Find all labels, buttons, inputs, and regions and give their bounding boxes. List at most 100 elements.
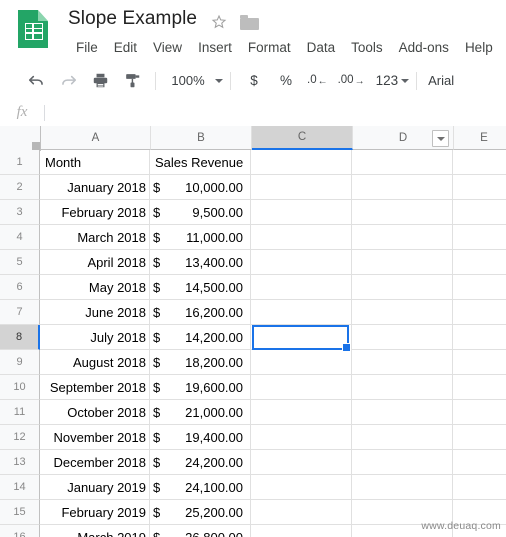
currency-format-button[interactable]: $ xyxy=(244,71,264,91)
cell-D13[interactable] xyxy=(352,450,453,475)
cell-A8[interactable]: July 2018 xyxy=(40,325,150,350)
cell-D1[interactable] xyxy=(352,150,453,175)
menu-item-format[interactable]: Format xyxy=(240,38,299,57)
cell-C13[interactable] xyxy=(251,450,352,475)
cell-A12[interactable]: November 2018 xyxy=(40,425,150,450)
row-header-15[interactable]: 15 xyxy=(0,500,40,525)
cell-B1[interactable]: Sales Revenue xyxy=(150,150,251,175)
cell-E3[interactable] xyxy=(453,200,506,225)
menu-item-view[interactable]: View xyxy=(145,38,190,57)
formula-input[interactable] xyxy=(45,103,506,123)
cell-D14[interactable] xyxy=(352,475,453,500)
move-to-folder-icon[interactable] xyxy=(240,15,259,30)
cell-B6[interactable]: $14,500.00 xyxy=(150,275,251,300)
cell-B16[interactable]: $26,800.00 xyxy=(150,525,251,537)
cell-E7[interactable] xyxy=(453,300,506,325)
cell-B8[interactable]: $14,200.00 xyxy=(150,325,251,350)
cell-D10[interactable] xyxy=(352,375,453,400)
menu-item-file[interactable]: File xyxy=(68,38,106,57)
google-sheets-logo[interactable] xyxy=(18,10,48,48)
cell-C2[interactable] xyxy=(251,175,352,200)
percent-format-button[interactable]: % xyxy=(276,71,296,91)
cell-D2[interactable] xyxy=(352,175,453,200)
menu-item-insert[interactable]: Insert xyxy=(190,38,240,57)
row-header-8[interactable]: 8 xyxy=(0,325,40,350)
number-format-button[interactable]: 123 xyxy=(376,73,410,88)
row-header-11[interactable]: 11 xyxy=(0,400,40,425)
cell-C6[interactable] xyxy=(251,275,352,300)
cell-B10[interactable]: $19,600.00 xyxy=(150,375,251,400)
cell-B4[interactable]: $11,000.00 xyxy=(150,225,251,250)
cell-D6[interactable] xyxy=(352,275,453,300)
cell-E1[interactable] xyxy=(453,150,506,175)
cell-D9[interactable] xyxy=(352,350,453,375)
increase-decimal-button[interactable]: .00 → xyxy=(338,74,365,86)
menu-item-addons[interactable]: Add-ons xyxy=(391,38,457,57)
menu-item-edit[interactable]: Edit xyxy=(106,38,145,57)
cell-E13[interactable] xyxy=(453,450,506,475)
cell-B14[interactable]: $24,100.00 xyxy=(150,475,251,500)
cell-D7[interactable] xyxy=(352,300,453,325)
cell-C5[interactable] xyxy=(251,250,352,275)
cell-B5[interactable]: $13,400.00 xyxy=(150,250,251,275)
cell-B7[interactable]: $16,200.00 xyxy=(150,300,251,325)
redo-icon[interactable] xyxy=(58,71,78,91)
cell-A7[interactable]: June 2018 xyxy=(40,300,150,325)
font-family-selector[interactable]: Arial xyxy=(428,73,506,88)
cell-A13[interactable]: December 2018 xyxy=(40,450,150,475)
column-header-b[interactable]: B xyxy=(151,126,252,150)
cell-A6[interactable]: May 2018 xyxy=(40,275,150,300)
cell-E2[interactable] xyxy=(453,175,506,200)
row-header-2[interactable]: 2 xyxy=(0,175,40,200)
cell-B12[interactable]: $19,400.00 xyxy=(150,425,251,450)
cell-D3[interactable] xyxy=(352,200,453,225)
paint-format-icon[interactable] xyxy=(122,71,142,91)
row-header-5[interactable]: 5 xyxy=(0,250,40,275)
cell-A9[interactable]: August 2018 xyxy=(40,350,150,375)
row-header-3[interactable]: 3 xyxy=(0,200,40,225)
cell-C16[interactable] xyxy=(251,525,352,537)
cell-C11[interactable] xyxy=(251,400,352,425)
row-header-12[interactable]: 12 xyxy=(0,425,40,450)
cell-B15[interactable]: $25,200.00 xyxy=(150,500,251,525)
cell-D5[interactable] xyxy=(352,250,453,275)
column-header-e[interactable]: E xyxy=(454,126,506,150)
row-header-1[interactable]: 1 xyxy=(0,150,40,175)
document-title[interactable]: Slope Example xyxy=(68,8,197,30)
cell-E6[interactable] xyxy=(453,275,506,300)
cell-C12[interactable] xyxy=(251,425,352,450)
row-header-4[interactable]: 4 xyxy=(0,225,40,250)
cell-C8[interactable] xyxy=(251,325,352,350)
print-icon[interactable] xyxy=(90,71,110,91)
row-header-7[interactable]: 7 xyxy=(0,300,40,325)
row-header-13[interactable]: 13 xyxy=(0,450,40,475)
cell-C1[interactable] xyxy=(251,150,352,175)
cell-C4[interactable] xyxy=(251,225,352,250)
cell-B3[interactable]: $9,500.00 xyxy=(150,200,251,225)
column-header-a[interactable]: A xyxy=(41,126,151,150)
cell-C9[interactable] xyxy=(251,350,352,375)
cell-B2[interactable]: $10,000.00 xyxy=(150,175,251,200)
cell-A16[interactable]: March 2019 xyxy=(40,525,150,537)
cell-E14[interactable] xyxy=(453,475,506,500)
cell-A14[interactable]: January 2019 xyxy=(40,475,150,500)
cell-A4[interactable]: March 2018 xyxy=(40,225,150,250)
cell-E10[interactable] xyxy=(453,375,506,400)
cell-A15[interactable]: February 2019 xyxy=(40,500,150,525)
cell-B13[interactable]: $24,200.00 xyxy=(150,450,251,475)
menu-item-tools[interactable]: Tools xyxy=(343,38,391,57)
cell-C7[interactable] xyxy=(251,300,352,325)
cell-A1[interactable]: Month xyxy=(40,150,150,175)
cell-E12[interactable] xyxy=(453,425,506,450)
undo-icon[interactable] xyxy=(26,71,46,91)
star-icon[interactable] xyxy=(210,13,228,31)
cell-A5[interactable]: April 2018 xyxy=(40,250,150,275)
cell-C15[interactable] xyxy=(251,500,352,525)
row-header-10[interactable]: 10 xyxy=(0,375,40,400)
column-header-c[interactable]: C xyxy=(252,126,353,150)
row-header-16[interactable]: 16 xyxy=(0,525,40,537)
zoom-control[interactable]: 100% xyxy=(169,73,223,88)
decrease-decimal-button[interactable]: .0 ← xyxy=(307,74,328,86)
menu-item-help[interactable]: Help xyxy=(457,38,501,57)
cell-D8[interactable] xyxy=(352,325,453,350)
